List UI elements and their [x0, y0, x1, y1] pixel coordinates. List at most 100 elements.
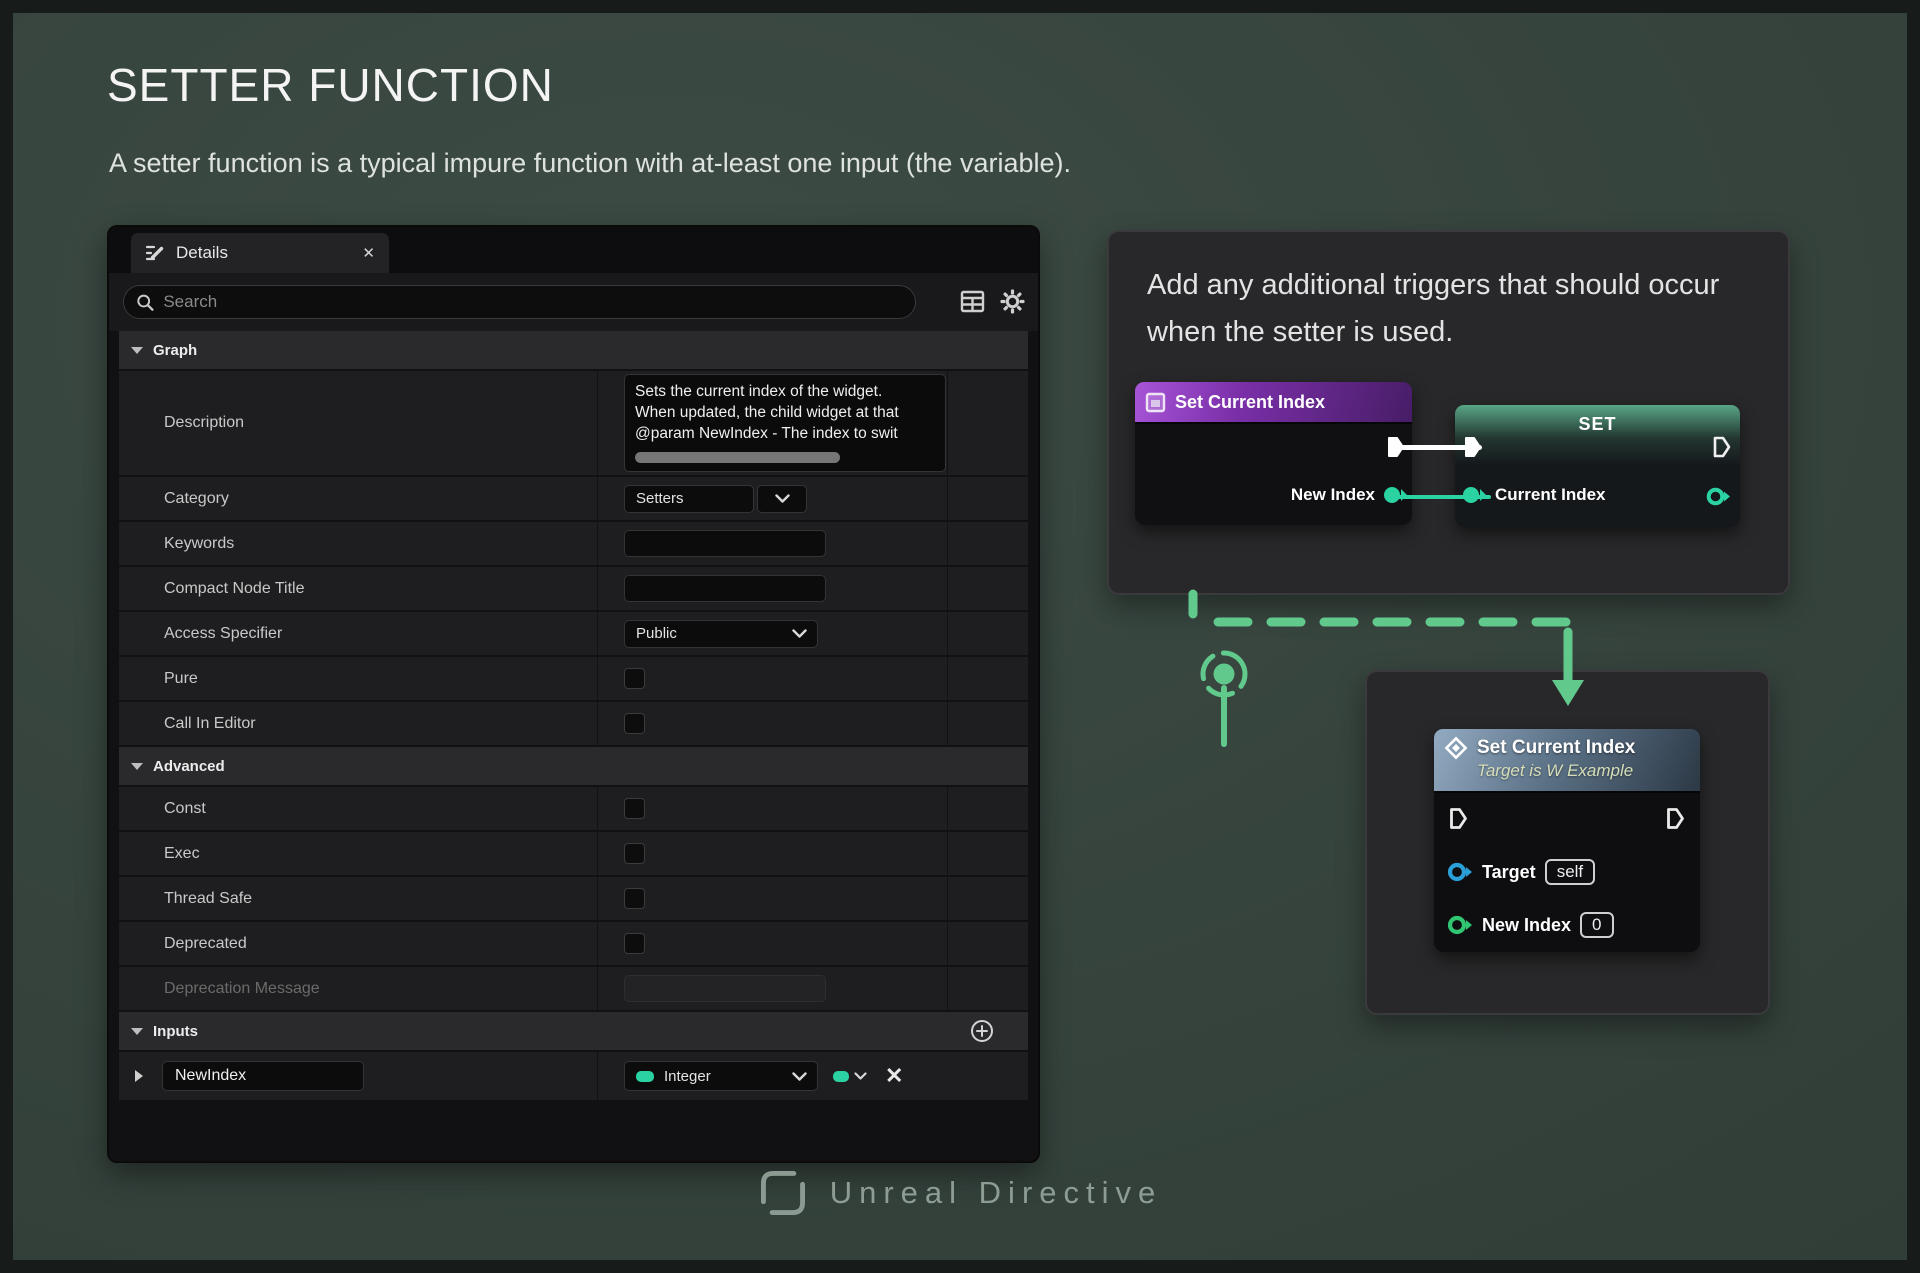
exec-input-pin[interactable]: [1449, 807, 1468, 835]
pin-label: Current Index: [1495, 485, 1606, 505]
tab-details[interactable]: Details ✕: [131, 233, 389, 273]
chevron-down-icon: [792, 1072, 807, 1081]
annotation-dashed-arrow: [1140, 588, 1660, 720]
new-index-pin-icon: [1447, 915, 1473, 935]
param-type-value: Integer: [664, 1068, 711, 1085]
exec-checkbox[interactable]: [624, 843, 645, 864]
compact-node-title-label: Compact Node Title: [119, 567, 597, 610]
keywords-label: Keywords: [119, 522, 597, 565]
node-subtitle: Target is W Example: [1477, 761, 1690, 781]
param-name-input[interactable]: NewIndex: [162, 1061, 364, 1091]
new-index-pin-row[interactable]: New Index 0: [1447, 912, 1614, 938]
node-set-current-index-collapsed[interactable]: Set Current Index New Index: [1135, 382, 1412, 525]
current-index-output-pin[interactable]: [1706, 487, 1731, 511]
section-inputs[interactable]: Inputs: [119, 1012, 1028, 1050]
access-specifier-select[interactable]: Public: [624, 620, 818, 648]
section-inputs-label: Inputs: [153, 1023, 198, 1040]
section-advanced[interactable]: Advanced: [119, 747, 1028, 785]
call-in-editor-checkbox[interactable]: [624, 713, 645, 734]
expanded-node-card: Set Current Index Target is W Example Ta…: [1365, 670, 1770, 1015]
chevron-down-icon: [854, 1072, 867, 1080]
collapse-arrow-icon: [131, 763, 143, 770]
pure-label: Pure: [119, 657, 597, 700]
row-newindex-param: NewIndex Integer ✕: [119, 1052, 1028, 1100]
function-diamond-icon: [1444, 736, 1468, 760]
pin-label: New Index: [1482, 915, 1571, 936]
container-type-pin-icon: [833, 1071, 849, 1082]
category-label: Category: [119, 477, 597, 520]
row-access-specifier: Access Specifier Public: [119, 612, 1028, 655]
exec-output-pin[interactable]: [1713, 436, 1731, 463]
data-pin-outline-icon: [1706, 487, 1731, 506]
row-keywords: Keywords: [119, 522, 1028, 565]
integer-pin-icon: [636, 1071, 654, 1082]
page-title: SETTER FUNCTION: [107, 58, 554, 112]
pin-label: Target: [1482, 862, 1536, 883]
param-container-type-select[interactable]: [833, 1071, 867, 1082]
search-icon: [136, 293, 154, 312]
node-title: Set Current Index: [1477, 737, 1635, 759]
add-input-button[interactable]: [970, 1019, 994, 1047]
description-line: When updated, the child widget at that: [635, 403, 935, 424]
settings-gear-icon[interactable]: [999, 288, 1026, 315]
node-title: SET: [1455, 414, 1740, 435]
node-set-current-index-expanded[interactable]: Set Current Index Target is W Example Ta…: [1434, 729, 1700, 952]
pure-checkbox[interactable]: [624, 668, 645, 689]
call-in-editor-label: Call In Editor: [119, 702, 597, 745]
thread-safe-checkbox[interactable]: [624, 888, 645, 909]
compact-node-title-input[interactable]: [624, 575, 826, 602]
exec-wire: [1400, 445, 1482, 450]
details-rows: Graph Description Sets the current index…: [119, 331, 1028, 1102]
row-thread-safe: Thread Safe: [119, 877, 1028, 920]
access-specifier-value: Public: [636, 625, 677, 642]
row-deprecated: Deprecated: [119, 922, 1028, 965]
description-input[interactable]: Sets the current index of the widget. Wh…: [624, 374, 946, 472]
callout-text: Add any additional triggers that should …: [1147, 262, 1759, 356]
node-title: Set Current Index: [1175, 392, 1325, 413]
remove-param-button[interactable]: ✕: [885, 1063, 903, 1089]
target-pin-icon: [1447, 862, 1473, 882]
description-label: Description: [119, 371, 597, 475]
widget-function-icon: [1145, 392, 1166, 413]
chevron-down-icon: [775, 494, 790, 503]
search-input[interactable]: [163, 292, 903, 312]
row-category: Category Setters: [119, 477, 1028, 520]
deprecated-checkbox[interactable]: [624, 933, 645, 954]
row-const: Const: [119, 787, 1028, 830]
exec-output-pin[interactable]: [1666, 807, 1685, 835]
data-wire: [1385, 495, 1491, 499]
section-graph[interactable]: Graph: [119, 331, 1028, 369]
details-pencil-icon: [145, 243, 165, 263]
tab-close-icon[interactable]: ✕: [362, 244, 375, 262]
param-type-select[interactable]: Integer: [624, 1061, 818, 1091]
collapse-arrow-icon: [131, 1028, 143, 1035]
category-dropdown-button[interactable]: [757, 485, 807, 513]
description-hscrollbar[interactable]: [635, 452, 840, 463]
brand-name: Unreal Directive: [830, 1175, 1163, 1211]
expand-param-arrow[interactable]: [135, 1070, 143, 1082]
new-index-value-input[interactable]: 0: [1580, 912, 1613, 938]
thread-safe-label: Thread Safe: [119, 877, 597, 920]
category-input[interactable]: Setters: [624, 485, 754, 513]
search-box[interactable]: [123, 285, 916, 319]
description-line: @param NewIndex - The index to swit: [635, 424, 935, 445]
keywords-input[interactable]: [624, 530, 826, 557]
row-description: Description Sets the current index of th…: [119, 371, 1028, 475]
details-panel: Details ✕: [107, 225, 1040, 1163]
const-label: Const: [119, 787, 597, 830]
section-advanced-label: Advanced: [153, 758, 225, 775]
chevron-down-icon: [792, 629, 807, 638]
deprecation-message-input: [624, 975, 826, 1002]
page-subtitle: A setter function is a typical impure fu…: [109, 148, 1071, 179]
target-pin-row[interactable]: Target self: [1447, 859, 1595, 885]
node-set[interactable]: SET Current Index: [1455, 405, 1740, 527]
display-filter-icon[interactable]: [959, 288, 986, 315]
target-value-input[interactable]: self: [1545, 859, 1595, 885]
row-compact-node-title: Compact Node Title: [119, 567, 1028, 610]
const-checkbox[interactable]: [624, 798, 645, 819]
exec-label: Exec: [119, 832, 597, 875]
search-row: [109, 273, 1038, 331]
callout-card: Add any additional triggers that should …: [1107, 230, 1790, 595]
node-header: Set Current Index: [1135, 382, 1412, 424]
section-graph-label: Graph: [153, 342, 197, 359]
